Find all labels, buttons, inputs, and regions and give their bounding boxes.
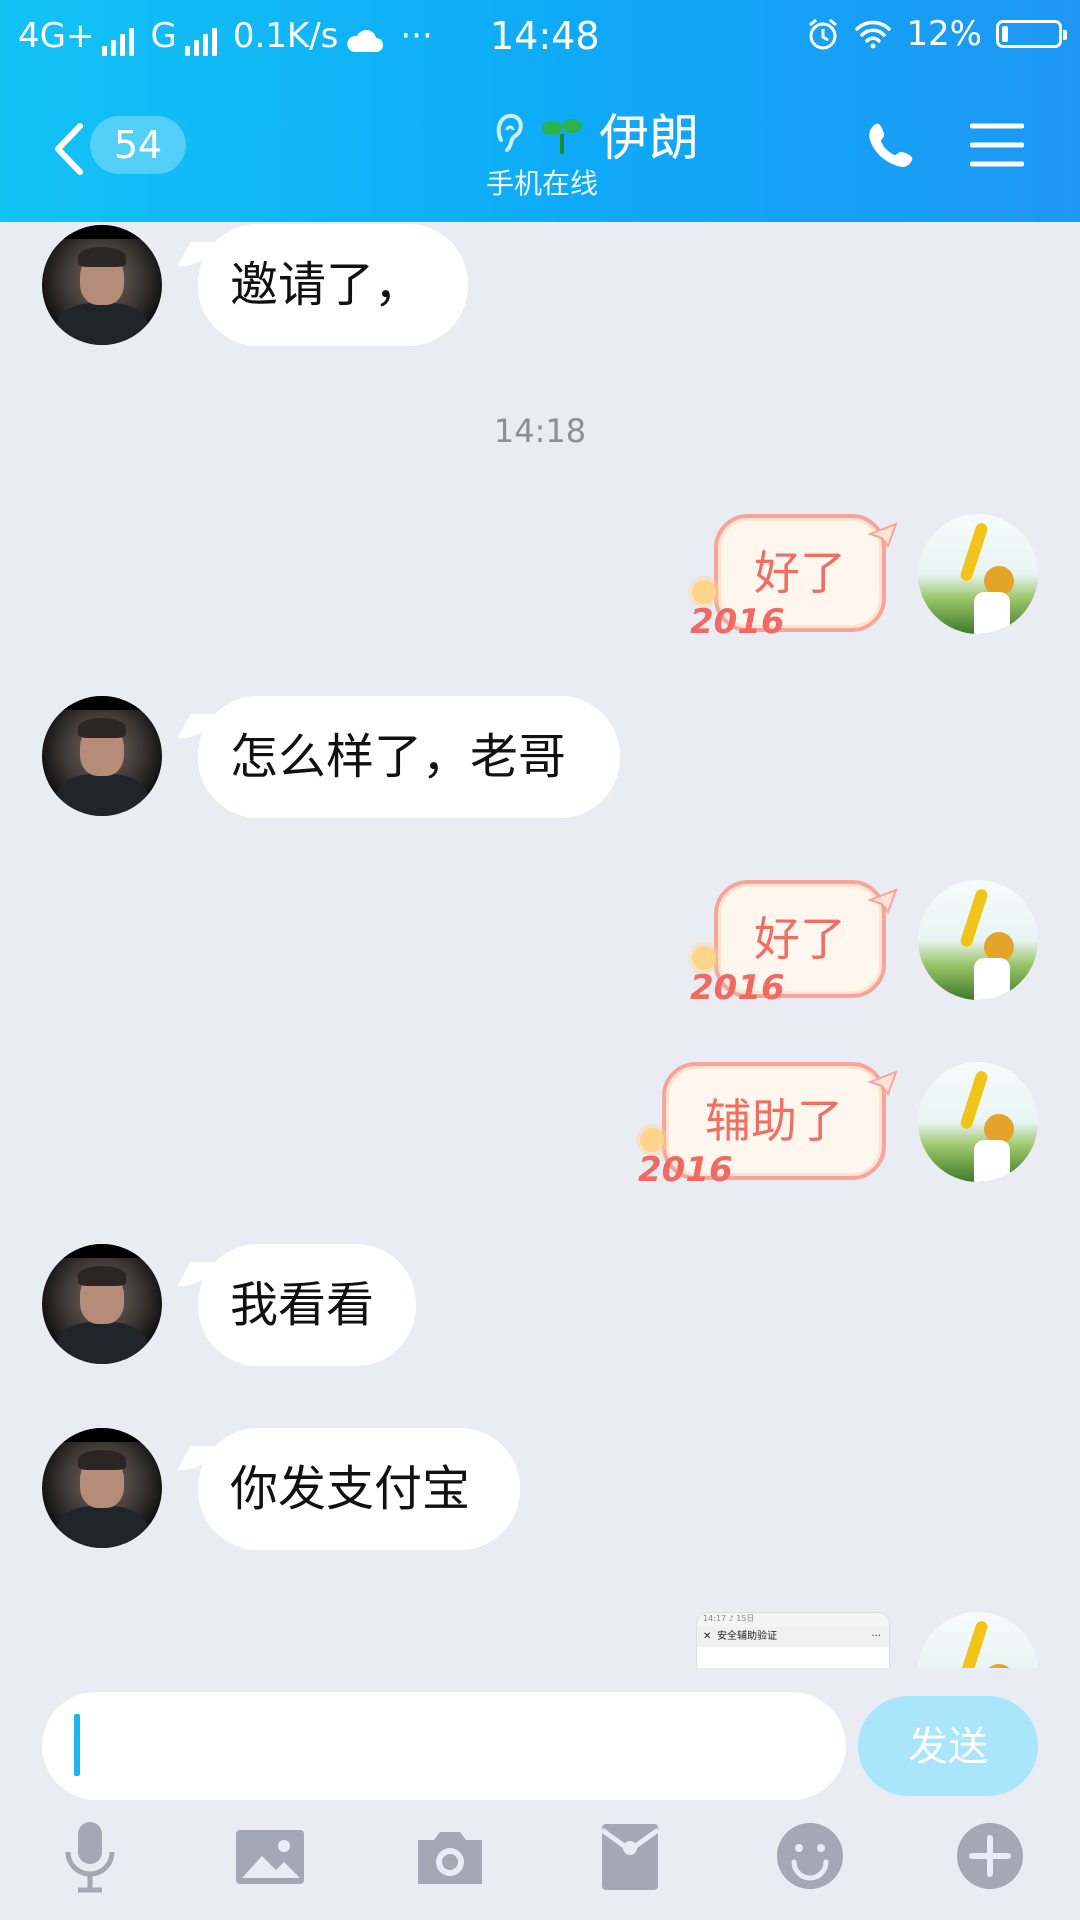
input-bar: 发送 [0,1668,1080,1920]
message-text: 好了 [754,912,846,966]
preview-status: 14:17 ♪ 15日 [697,1613,889,1627]
friend-avatar[interactable] [42,1244,162,1364]
signal-icon [102,24,135,56]
emoji-icon[interactable] [772,1818,848,1894]
menu-icon[interactable] [970,120,1024,170]
alarm-icon [809,18,838,50]
message-list[interactable]: 邀请了， 14:18 好了 2016 怎么样了，老哥 好了 2016 辅助了 2… [0,222,1080,1668]
network-type-2: G [150,16,177,56]
decoration-2016: 2016 [690,580,785,642]
phone-icon[interactable] [862,118,918,174]
message-bubble-incoming[interactable]: 我看看 [198,1244,416,1366]
battery-percent: 12% [906,14,982,54]
decoration-2016: 2016 [638,1128,733,1190]
online-status: 手机在线 [0,162,1080,202]
text-caret [74,1714,80,1776]
close-icon: ✕ [703,1631,712,1642]
message-input[interactable] [42,1692,846,1800]
my-avatar[interactable] [918,514,1038,634]
my-avatar[interactable] [918,1612,1038,1668]
send-button[interactable]: 发送 [858,1696,1038,1796]
friend-avatar[interactable] [42,225,162,345]
battery-level [1002,26,1008,42]
network-type: 4G+ [18,16,95,56]
decoration-2016: 2016 [690,946,785,1008]
paper-plane-icon [868,1070,898,1096]
preview-title: 安全辅助验证 [717,1631,777,1642]
friend-avatar[interactable] [42,1428,162,1548]
sprout-icon [542,119,582,154]
decoration-text: 2016 [638,1150,733,1190]
more-icon: ··· [400,16,433,56]
contact-name: 伊朗 [599,109,699,167]
title-row: 伊朗 [0,98,1080,170]
status-bar: 4G+ G 0.1K/s ··· 14:48 12% [0,0,1080,76]
friend-avatar[interactable] [42,696,162,816]
screenshot-message[interactable]: 14:17 ♪ 15日 ✕ 安全辅助验证 ··· [696,1612,890,1668]
microphone-icon[interactable] [52,1818,128,1894]
message-text: 好了 [754,546,846,600]
status-right: 12% [806,14,1067,54]
decoration-text: 2016 [690,602,785,642]
decoration-text: 2016 [690,968,785,1008]
camera-icon[interactable] [412,1818,488,1894]
message-bubble-incoming[interactable]: 怎么样了，老哥 [198,696,620,818]
top-bar: 4G+ G 0.1K/s ··· 14:48 12% 54 伊朗 手机在线 [0,0,1080,222]
ear-icon[interactable] [491,110,525,158]
status-time: 14:48 [490,14,600,58]
my-avatar[interactable] [918,1062,1038,1182]
message-text: 辅助了 [705,1094,843,1148]
image-icon[interactable] [232,1818,308,1894]
online-status-text: 手机在线 [485,167,598,200]
status-left: 4G+ G 0.1K/s ··· [18,16,433,56]
paper-plane-icon [868,888,898,914]
message-bubble-incoming[interactable]: 你发支付宝 [198,1428,520,1550]
paper-plane-icon [868,522,898,548]
more-icon: ··· [871,1631,881,1642]
preview-title-row: ✕ 安全辅助验证 ··· [697,1627,889,1647]
red-packet-icon[interactable] [592,1818,668,1894]
plus-icon[interactable] [952,1818,1028,1894]
network-speed: 0.1K/s [232,16,339,56]
weather-icon [347,29,384,52]
my-avatar[interactable] [918,880,1038,1000]
signal-icon-2 [184,24,217,56]
message-bubble-incoming[interactable]: 邀请了， [198,224,468,346]
chat-header: 54 伊朗 手机在线 [0,76,1080,222]
wifi-icon [855,20,892,49]
battery-icon [996,20,1067,48]
message-timestamp: 14:18 [493,412,587,450]
